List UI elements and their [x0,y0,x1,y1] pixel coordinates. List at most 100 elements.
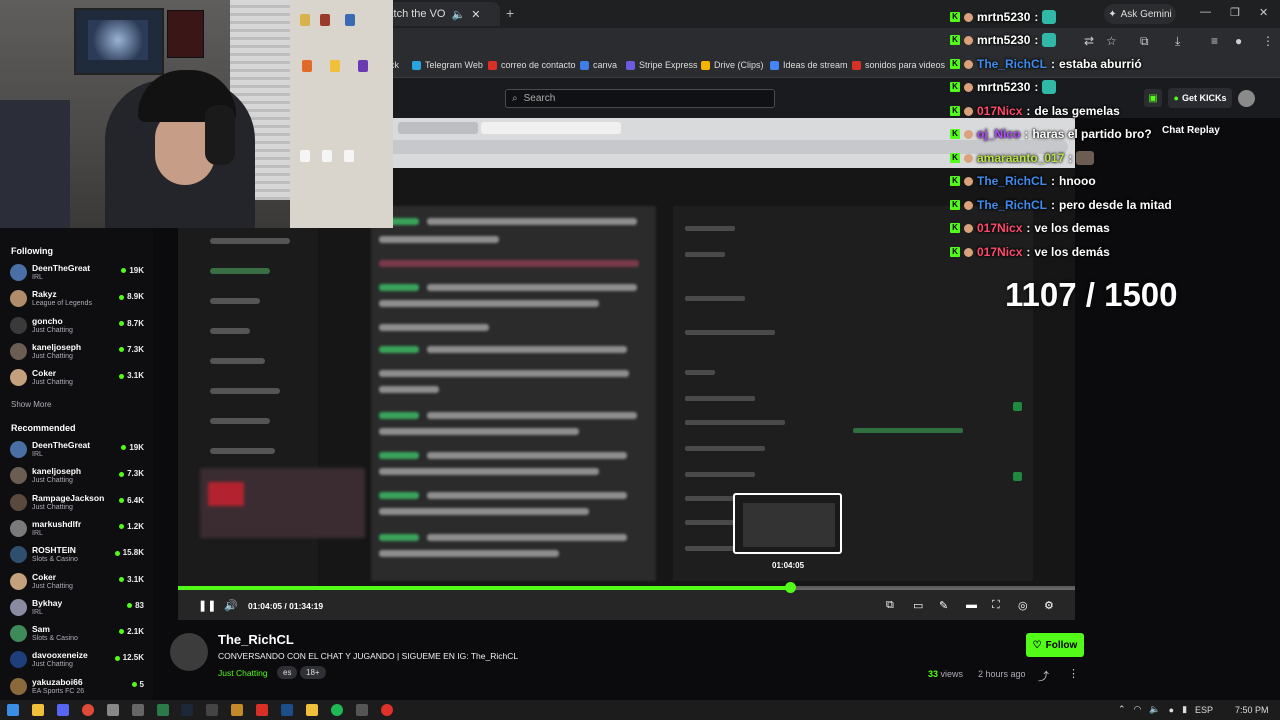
translate-icon[interactable]: ⇄ [1084,34,1094,48]
language-indicator[interactable]: ESP [1195,705,1213,715]
tray-chevron-icon[interactable]: ⌃ [1118,704,1126,715]
user-avatar[interactable] [1238,90,1255,107]
sidebar-channel-name: davooxeneize [32,650,88,661]
kick-icon[interactable]: ▣ [1144,89,1162,107]
sidebar-channel[interactable]: Bykhay IRL 83 [10,597,146,621]
progress-knob[interactable] [784,582,796,593]
pip-icon[interactable]: ▭ [913,599,923,612]
sidebar-channel[interactable]: davooxeneize Just Chatting 12.5K [10,649,146,673]
chat-username[interactable]: mrtn5230 [977,80,1030,94]
bookmark-item[interactable]: Telegram Web [412,60,483,70]
media-icon[interactable]: ≡ [1211,34,1218,48]
chat-username[interactable]: oj_Nico [977,127,1020,141]
bookmark-item[interactable]: Stripe Express [626,60,698,70]
tab-close-icon[interactable]: ✕ [471,8,480,21]
bookmark-item[interactable]: Ideas de stream [770,60,848,70]
app-icon[interactable] [256,704,268,716]
sidebar-channel[interactable]: DeenTheGreat IRL 19K [10,439,146,463]
sidebar-channel[interactable]: Rakyz League of Legends 8.9K [10,288,146,312]
chat-colon: : [1034,10,1039,24]
sidebar-channel[interactable]: RampageJackson Just Chatting 6.4K [10,492,146,516]
kick-badge-icon: K [950,59,960,69]
sidebar-channel[interactable]: yakuzaboi66 EA Sports FC 26 5 [10,676,146,700]
wifi-icon[interactable]: ◠ [1134,704,1142,715]
search-input[interactable]: ⌕ Search [505,89,775,108]
channel-avatar[interactable] [170,633,208,671]
app-icon[interactable] [306,704,318,716]
tag-language[interactable]: es [277,666,298,679]
stream-category[interactable]: Just Chatting [218,668,268,678]
mic-icon[interactable]: ● [1169,705,1174,715]
progress-bar[interactable] [178,582,1075,593]
speaker-icon[interactable]: 🔈 [452,8,466,21]
edit-icon[interactable]: ✎ [939,599,948,612]
sidebar-channel[interactable]: Coker Just Chatting 3.1K [10,571,146,595]
sidebar-channel[interactable]: Sam Slots & Casino 2.1K [10,623,146,647]
obs-icon[interactable] [381,704,393,716]
menu-dots-icon[interactable]: ⋮ [1262,34,1274,48]
chat-username[interactable]: mrtn5230 [977,33,1030,47]
chat-username[interactable]: mrtn5230 [977,10,1030,24]
pause-icon[interactable]: ❚❚ [198,599,216,612]
app-icon[interactable] [356,704,368,716]
pet-badge-icon [964,106,973,116]
download-icon[interactable]: ⤓ [1175,34,1180,49]
new-tab-button[interactable]: + [506,5,514,21]
app-icon[interactable] [157,704,169,716]
tag-mature[interactable]: 18+ [300,666,326,679]
sidebar-channel[interactable]: Coker Just Chatting 3.1K [10,367,146,391]
app-icon[interactable] [206,704,218,716]
follow-button[interactable]: ♡ Follow [1026,633,1084,657]
channel-name[interactable]: The_RichCL [218,632,294,647]
settings-gear-icon[interactable]: ⚙ [1044,599,1054,612]
share-icon[interactable]: ⤴ [1038,668,1049,684]
maximize-icon[interactable]: ❐ [1230,6,1240,19]
steam-icon[interactable] [181,704,193,716]
bookmark-item[interactable]: Drive (Clips) [701,60,764,70]
discord-icon[interactable] [57,704,69,716]
fullscreen-icon[interactable]: ⛶ [992,599,1000,612]
chat-username[interactable]: The_RichCL [977,198,1047,212]
bookmark-item[interactable]: sonidos para videos [852,60,945,70]
app-icon[interactable] [107,704,119,716]
photoshop-icon[interactable] [281,704,293,716]
theater-icon[interactable]: ▬ [966,599,977,611]
chrome-icon[interactable] [82,704,94,716]
chat-username[interactable]: 017Nicx [977,104,1022,118]
speaker-tray-icon[interactable]: 🔈 [1149,704,1160,715]
spotify-icon[interactable] [331,704,343,716]
chat-username[interactable]: 017Nicx [977,221,1022,235]
show-more-link[interactable]: Show More [11,400,51,409]
chat-username[interactable]: amaraanto_017 [977,151,1064,165]
profile-icon[interactable]: ● [1235,34,1242,48]
sidebar-channel[interactable]: ROSHTEIN Slots & Casino 15.8K [10,544,146,568]
file-explorer-icon[interactable] [32,704,44,716]
shelf-item [320,14,330,26]
more-options-icon[interactable]: ⋮ [1068,667,1079,680]
extensions-icon[interactable]: ⧉ [1140,34,1149,49]
sidebar-channel[interactable]: kaneljoseph Just Chatting 7.3K [10,465,146,489]
chat-username[interactable]: The_RichCL [977,57,1047,71]
sidebar-channel[interactable]: markushdlfr IRL 1.2K [10,518,146,542]
chat-username[interactable]: 017Nicx [977,245,1022,259]
app-icon[interactable] [231,704,243,716]
bookmark-item[interactable]: correo de contacto [488,60,576,70]
close-window-icon[interactable]: ✕ [1259,6,1268,19]
sidebar-channel[interactable]: DeenTheGreat IRL 19K [10,262,146,286]
sidebar-channel[interactable]: kaneljoseph Just Chatting 7.3K [10,341,146,365]
app-icon[interactable] [132,704,144,716]
ask-gemini-button[interactable]: ✦ Ask Gemini [1104,4,1176,24]
get-kicks-button[interactable]: ● Get KICKs [1168,88,1232,108]
minimize-icon[interactable]: — [1200,6,1211,18]
clip-icon[interactable]: ⧉ [886,599,894,612]
quality-icon[interactable]: ◎ [1018,599,1028,612]
volume-icon[interactable]: 🔊 [224,599,238,612]
clock[interactable]: 7:50 PM [1235,705,1269,715]
windows-start-icon[interactable] [7,704,19,716]
sidebar-channel[interactable]: goncho Just Chatting 8.7K [10,315,146,339]
chat-username[interactable]: The_RichCL [977,174,1047,188]
bookmark-item[interactable]: canva [580,60,617,70]
star-icon[interactable]: ☆ [1106,34,1117,48]
video-chat-line [379,412,419,419]
battery-icon[interactable]: ▮ [1182,704,1187,715]
